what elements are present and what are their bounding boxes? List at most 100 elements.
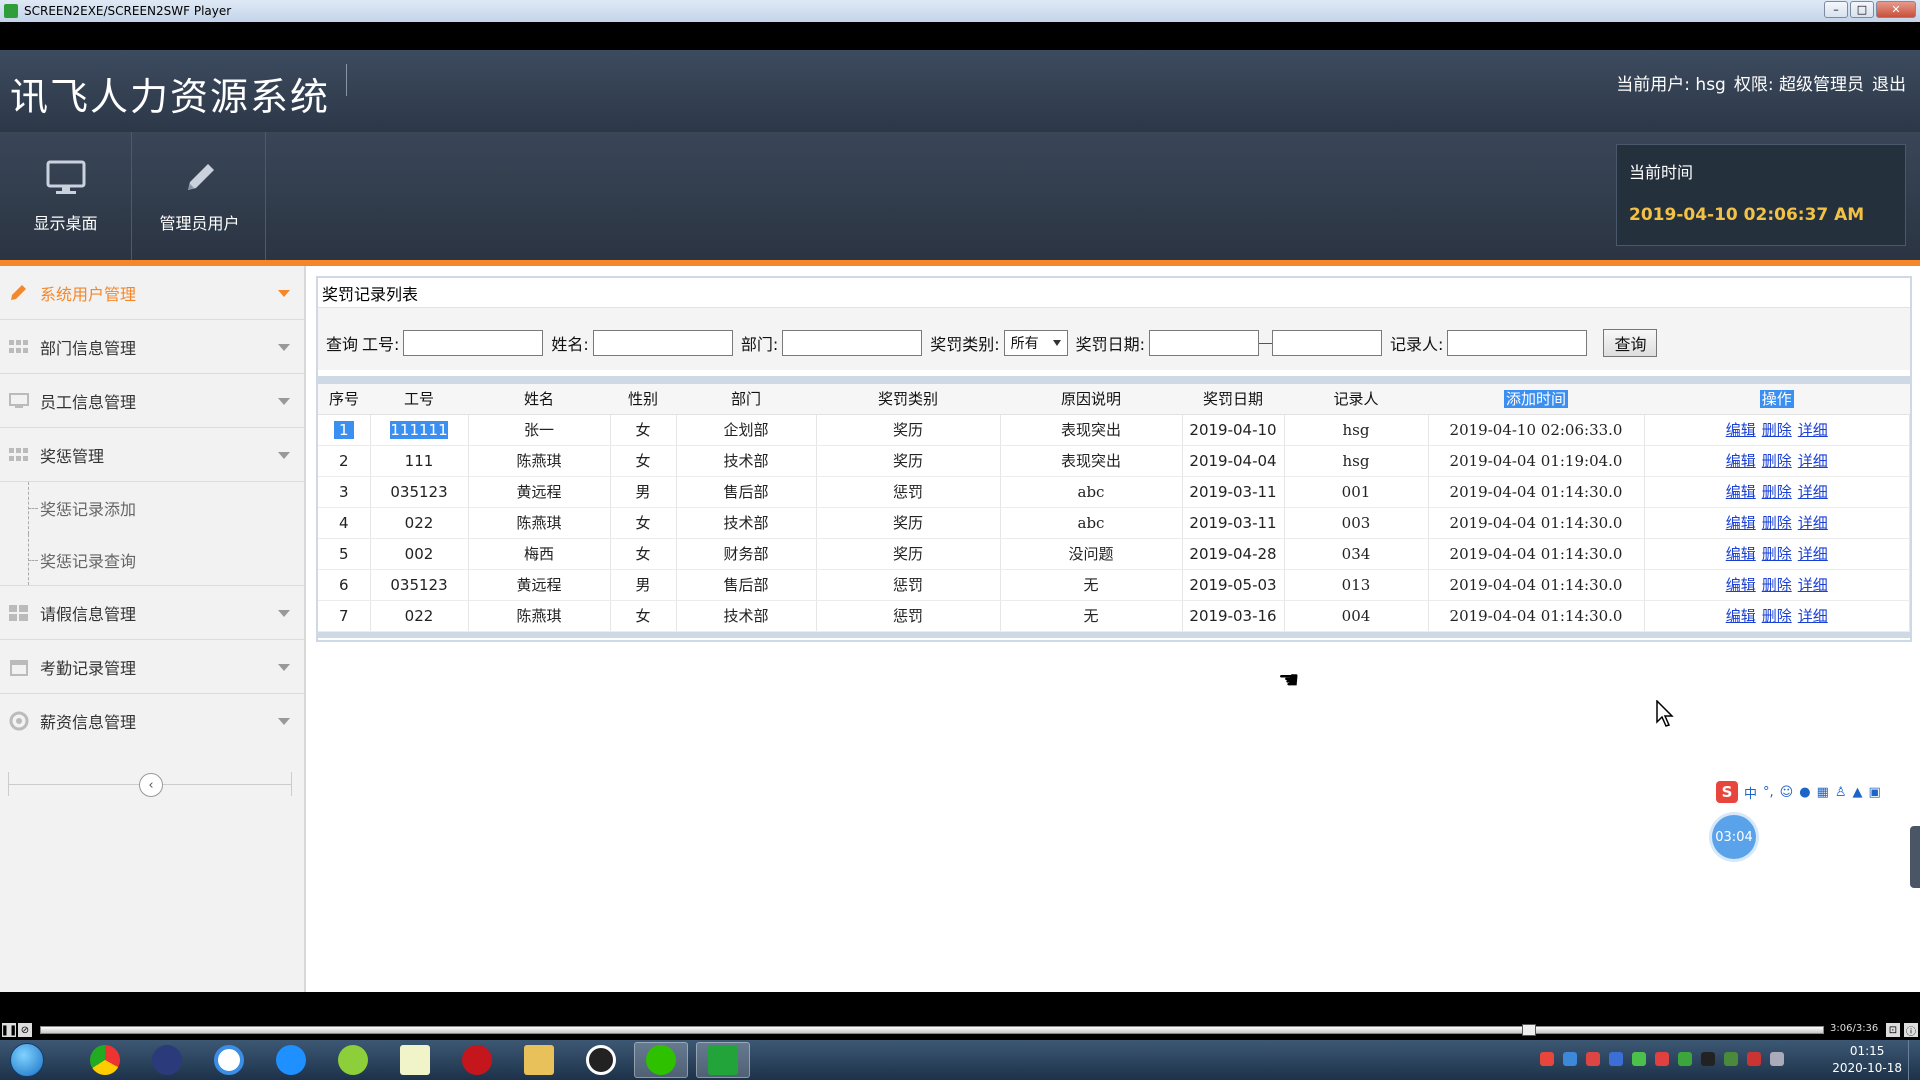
sidebar-item-departments[interactable]: 部门信息管理 — [0, 320, 304, 374]
minimize-button[interactable]: – — [1824, 1, 1848, 18]
show-desktop-strip[interactable] — [1908, 1040, 1920, 1080]
taskbar-flash[interactable] — [450, 1042, 504, 1078]
stop-icon[interactable]: ⊘ — [18, 1023, 32, 1037]
taskbar-wechat[interactable] — [634, 1042, 688, 1078]
network-icon[interactable] — [1770, 1052, 1784, 1066]
seek-thumb[interactable] — [1522, 1024, 1536, 1036]
sidebar-collapse-button[interactable]: ‹ — [139, 773, 163, 797]
table-row[interactable]: 2 111 陈燕琪 女 技术部 奖历 表现突出 2019-04-04 hsg 2019-04-04… — [318, 445, 1910, 477]
ime-mode[interactable]: 中 — [1744, 783, 1757, 802]
edit-link[interactable]: 编辑 — [1726, 421, 1756, 439]
col-header[interactable]: 序号 — [318, 384, 370, 415]
user-icon[interactable]: ♙ — [1835, 785, 1847, 800]
recording-timer[interactable]: 03:04 — [1712, 815, 1756, 859]
close-button[interactable]: ✕ — [1876, 1, 1916, 18]
emoji-icon[interactable]: ☺ — [1780, 785, 1794, 800]
detail-link[interactable]: 详细 — [1798, 607, 1828, 625]
table-row[interactable]: 1 111111 张一女企划部 奖历 表现突出 2019-04-10 hsg 2019-04-… — [318, 414, 1910, 446]
col-header[interactable]: 工号 — [370, 384, 468, 415]
taskbar-baidu-netdisk[interactable] — [202, 1042, 256, 1078]
edit-link[interactable]: 编辑 — [1726, 514, 1756, 532]
seek-bar[interactable] — [40, 1024, 1824, 1036]
info-icon[interactable]: ⓘ — [1904, 1023, 1918, 1038]
sidebar-subitem-reward-add[interactable]: 奖惩记录添加 — [0, 482, 304, 534]
delete-link[interactable]: 删除 — [1762, 452, 1792, 470]
detail-link[interactable]: 详细 — [1798, 421, 1828, 439]
col-header[interactable]: 奖罚类别 — [816, 384, 1000, 415]
dept-input[interactable] — [782, 330, 923, 356]
detail-link[interactable]: 详细 — [1798, 483, 1828, 501]
punctuation-icon[interactable]: °, — [1763, 785, 1774, 800]
edit-link[interactable]: 编辑 — [1726, 576, 1756, 594]
taskbar-app-2[interactable] — [140, 1042, 194, 1078]
table-row[interactable]: 4 022 陈燕琪 女 技术部 奖历 abc 2019-03-11 003 2019-04-04 … — [318, 507, 1910, 539]
shield-icon[interactable] — [1609, 1052, 1623, 1066]
edit-link[interactable]: 编辑 — [1726, 452, 1756, 470]
taskbar-chrome[interactable] — [78, 1042, 132, 1078]
delete-link[interactable]: 删除 — [1762, 421, 1792, 439]
sidebar-item-system-users[interactable]: 系统用户管理 — [0, 266, 304, 320]
delete-link[interactable]: 删除 — [1762, 483, 1792, 501]
name-input[interactable] — [592, 330, 733, 356]
side-handle[interactable] — [1910, 826, 1920, 888]
detail-link[interactable]: 详细 — [1798, 576, 1828, 594]
fullscreen-icon[interactable]: ⊡ — [1886, 1023, 1900, 1037]
taskbar-explorer[interactable] — [512, 1042, 566, 1078]
table-row[interactable]: 5 002 梅西 女 财务部 奖历 没问题 2019-04-28 034 2019-04-04 0… — [318, 538, 1910, 570]
sidebar-item-employees[interactable]: 员工信息管理 — [0, 374, 304, 428]
table-row[interactable]: 6 035123 黄远程 男 售后部 惩罚 无 2019-05-03 013 2019-04-04… — [318, 569, 1910, 601]
tray-icon[interactable] — [1563, 1052, 1577, 1066]
sidebar-item-salary[interactable]: 薪资信息管理 — [0, 694, 304, 748]
tray-icon[interactable] — [1655, 1052, 1669, 1066]
keyboard-icon[interactable]: ▦ — [1817, 785, 1829, 800]
logout-link[interactable]: 退出 — [1872, 70, 1906, 95]
emp-id-input[interactable] — [403, 330, 544, 356]
penguin-icon[interactable] — [1701, 1052, 1715, 1066]
col-header[interactable]: 性别 — [610, 384, 676, 415]
col-header-highlighted[interactable]: 操作 — [1644, 384, 1910, 415]
show-desktop-button[interactable]: 显示桌面 — [0, 132, 132, 260]
tray-icon[interactable] — [1586, 1052, 1600, 1066]
col-header[interactable]: 部门 — [676, 384, 816, 415]
col-header[interactable]: 原因说明 — [1000, 384, 1182, 415]
col-header[interactable]: 姓名 — [468, 384, 610, 415]
taskbar-player[interactable] — [696, 1042, 750, 1078]
recorder-input[interactable] — [1447, 330, 1588, 356]
taskbar-qq-browser[interactable] — [264, 1042, 318, 1078]
menu-grid-icon[interactable]: ▣ — [1869, 785, 1881, 800]
sidebar-item-attendance[interactable]: 考勤记录管理 — [0, 640, 304, 694]
microphone-icon[interactable]: ● — [1799, 785, 1810, 800]
delete-link[interactable]: 删除 — [1762, 607, 1792, 625]
delete-link[interactable]: 删除 — [1762, 545, 1792, 563]
type-select[interactable]: 所有 — [1003, 330, 1068, 356]
edit-link[interactable]: 编辑 — [1726, 607, 1756, 625]
sidebar-item-rewards[interactable]: 奖惩管理 — [0, 428, 304, 482]
detail-link[interactable]: 详细 — [1798, 452, 1828, 470]
maximize-button[interactable]: □ — [1850, 1, 1874, 18]
skin-icon[interactable]: ▲ — [1853, 785, 1863, 800]
detail-link[interactable]: 详细 — [1798, 545, 1828, 563]
tray-icon[interactable] — [1632, 1052, 1646, 1066]
delete-link[interactable]: 删除 — [1762, 576, 1792, 594]
detail-link[interactable]: 详细 — [1798, 514, 1828, 532]
edit-link[interactable]: 编辑 — [1726, 545, 1756, 563]
edit-link[interactable]: 编辑 — [1726, 483, 1756, 501]
date-start-input[interactable] — [1149, 330, 1260, 356]
delete-link[interactable]: 删除 — [1762, 514, 1792, 532]
taskbar-app-5[interactable] — [326, 1042, 380, 1078]
pause-icon[interactable]: ❚❚ — [1, 1023, 17, 1037]
search-button[interactable]: 查询 — [1603, 329, 1658, 357]
ime-tray-icon[interactable] — [1540, 1052, 1554, 1066]
tray-icon[interactable] — [1678, 1052, 1692, 1066]
taskbar-qq[interactable] — [574, 1042, 628, 1078]
date-end-input[interactable] — [1272, 330, 1383, 356]
sidebar-subitem-reward-query[interactable]: 奖惩记录查询 — [0, 534, 304, 586]
col-header-highlighted[interactable]: 添加时间 — [1428, 384, 1644, 415]
sidebar-item-leave[interactable]: 请假信息管理 — [0, 586, 304, 640]
speaker-muted-icon[interactable] — [1747, 1052, 1761, 1066]
col-header[interactable]: 记录人 — [1284, 384, 1428, 415]
taskbar-app-6[interactable] — [388, 1042, 442, 1078]
ime-toolbar[interactable]: S 中 °, ☺ ● ▦ ♙ ▲ ▣ — [1712, 780, 1916, 804]
col-header[interactable]: 奖罚日期 — [1182, 384, 1284, 415]
taskbar-clock[interactable]: 01:15 2020-10-18 — [1832, 1043, 1902, 1077]
